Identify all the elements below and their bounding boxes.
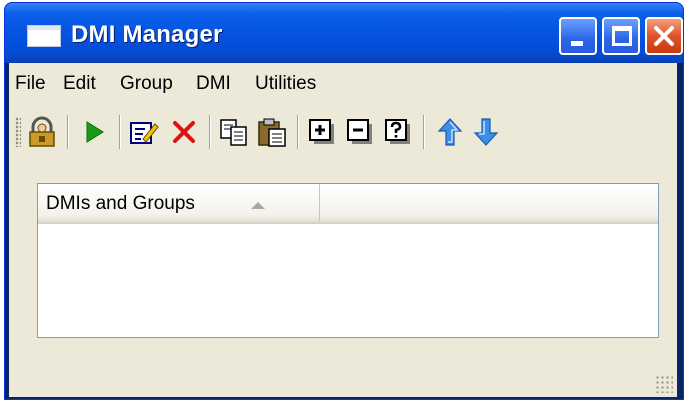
minimize-icon bbox=[571, 41, 583, 46]
collapse-icon bbox=[347, 119, 372, 144]
security-button[interactable] bbox=[25, 115, 59, 149]
delete-icon bbox=[173, 121, 195, 143]
sort-ascending-icon bbox=[251, 202, 265, 209]
dmi-group-list[interactable]: DMIs and Groups bbox=[37, 183, 659, 338]
menu-group[interactable]: Group bbox=[120, 73, 173, 95]
menu-dmi[interactable]: DMI bbox=[196, 73, 231, 95]
move-up-icon bbox=[437, 118, 463, 146]
close-icon bbox=[654, 26, 674, 46]
toolbar-separator bbox=[67, 115, 68, 149]
toolbar-separator bbox=[209, 115, 210, 149]
close-button[interactable] bbox=[645, 17, 683, 55]
maximize-button[interactable] bbox=[602, 17, 640, 55]
column-header-dmis-and-groups[interactable]: DMIs and Groups bbox=[38, 184, 320, 222]
help-button[interactable] bbox=[381, 115, 415, 149]
move-up-button[interactable] bbox=[433, 115, 467, 149]
maximize-icon bbox=[612, 26, 632, 46]
expand-icon bbox=[309, 119, 334, 144]
menu-file[interactable]: File bbox=[15, 73, 46, 95]
resize-grip[interactable] bbox=[655, 375, 673, 393]
run-icon bbox=[86, 121, 104, 143]
copy-icon bbox=[220, 119, 247, 146]
edit-button[interactable] bbox=[127, 115, 161, 149]
copy-button[interactable] bbox=[217, 115, 251, 149]
toolbar bbox=[9, 107, 677, 159]
edit-icon bbox=[130, 122, 159, 144]
expand-button[interactable] bbox=[305, 115, 339, 149]
menu-utilities[interactable]: Utilities bbox=[255, 73, 316, 95]
collapse-button[interactable] bbox=[343, 115, 377, 149]
security-icon bbox=[29, 116, 55, 147]
window-icon bbox=[27, 25, 61, 47]
menu-edit[interactable]: Edit bbox=[63, 73, 96, 95]
paste-button[interactable] bbox=[255, 115, 289, 149]
run-button[interactable] bbox=[77, 115, 111, 149]
minimize-button[interactable] bbox=[559, 17, 597, 55]
column-header-label: DMIs and Groups bbox=[46, 193, 195, 214]
dmi-manager-window: DMI Manager File Edit Group DMI Utilitie… bbox=[4, 2, 684, 400]
toolbar-separator bbox=[423, 115, 424, 149]
toolbar-grip[interactable] bbox=[15, 117, 21, 147]
title-bar[interactable]: DMI Manager bbox=[5, 3, 683, 63]
window-title: DMI Manager bbox=[71, 21, 223, 48]
move-down-button[interactable] bbox=[469, 115, 503, 149]
menu-bar: File Edit Group DMI Utilities bbox=[9, 63, 677, 105]
toolbar-separator bbox=[119, 115, 120, 149]
move-down-icon bbox=[473, 118, 499, 146]
toolbar-separator bbox=[297, 115, 298, 149]
list-header: DMIs and Groups bbox=[38, 184, 658, 224]
delete-button[interactable] bbox=[167, 115, 201, 149]
client-area: File Edit Group DMI Utilities DMIs and G… bbox=[9, 63, 677, 397]
paste-icon bbox=[258, 118, 286, 147]
help-icon bbox=[385, 119, 410, 144]
